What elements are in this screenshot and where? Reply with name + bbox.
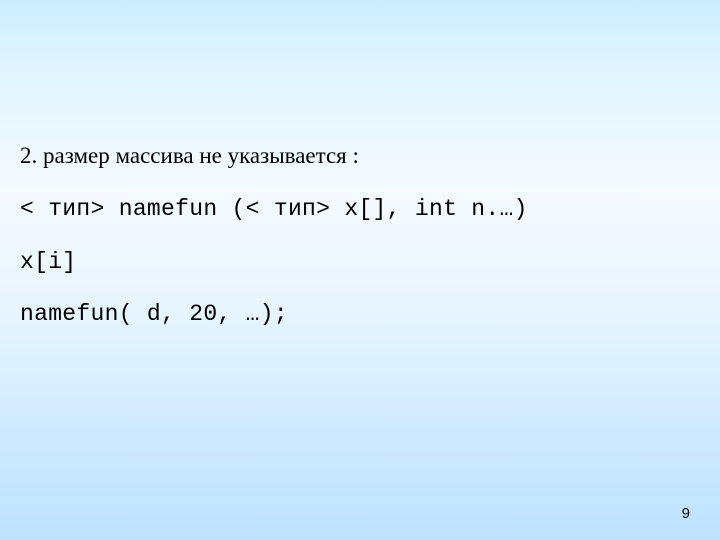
- slide: 2. размер массива не указывается : < тип…: [0, 0, 720, 540]
- code-line-signature: < тип> namefun (< тип> x[], int n.…): [20, 195, 680, 224]
- slide-content: 2. размер массива не указывается : < тип…: [20, 142, 680, 353]
- heading-line: 2. размер массива не указывается :: [20, 142, 680, 171]
- code-line-call: namefun( d, 20, …);: [20, 300, 680, 329]
- code-line-index: x[i]: [20, 248, 680, 277]
- page-number: 9: [682, 505, 690, 522]
